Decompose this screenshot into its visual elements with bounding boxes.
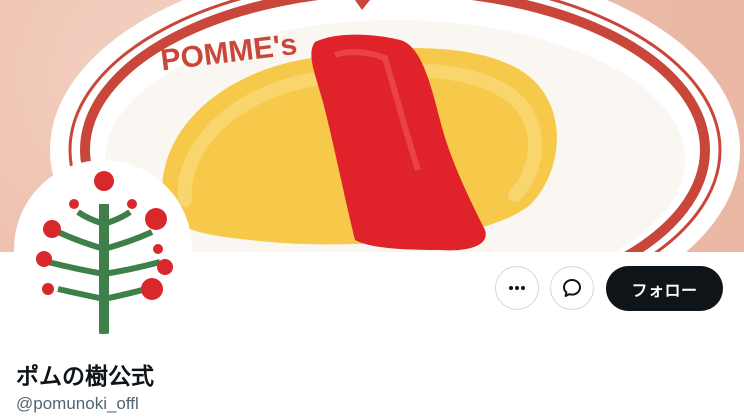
more-button[interactable] bbox=[495, 266, 539, 310]
message-bubble-icon bbox=[563, 279, 581, 297]
message-button[interactable] bbox=[550, 266, 594, 310]
more-horizontal-icon bbox=[509, 286, 525, 290]
profile-avatar[interactable] bbox=[14, 160, 192, 338]
tree-logo-icon bbox=[36, 171, 173, 334]
profile-display-name: ポムの樹公式 bbox=[16, 363, 154, 389]
profile-handle: @pomunoki_offl bbox=[16, 394, 139, 413]
follow-button[interactable]: フォロー bbox=[606, 266, 723, 311]
